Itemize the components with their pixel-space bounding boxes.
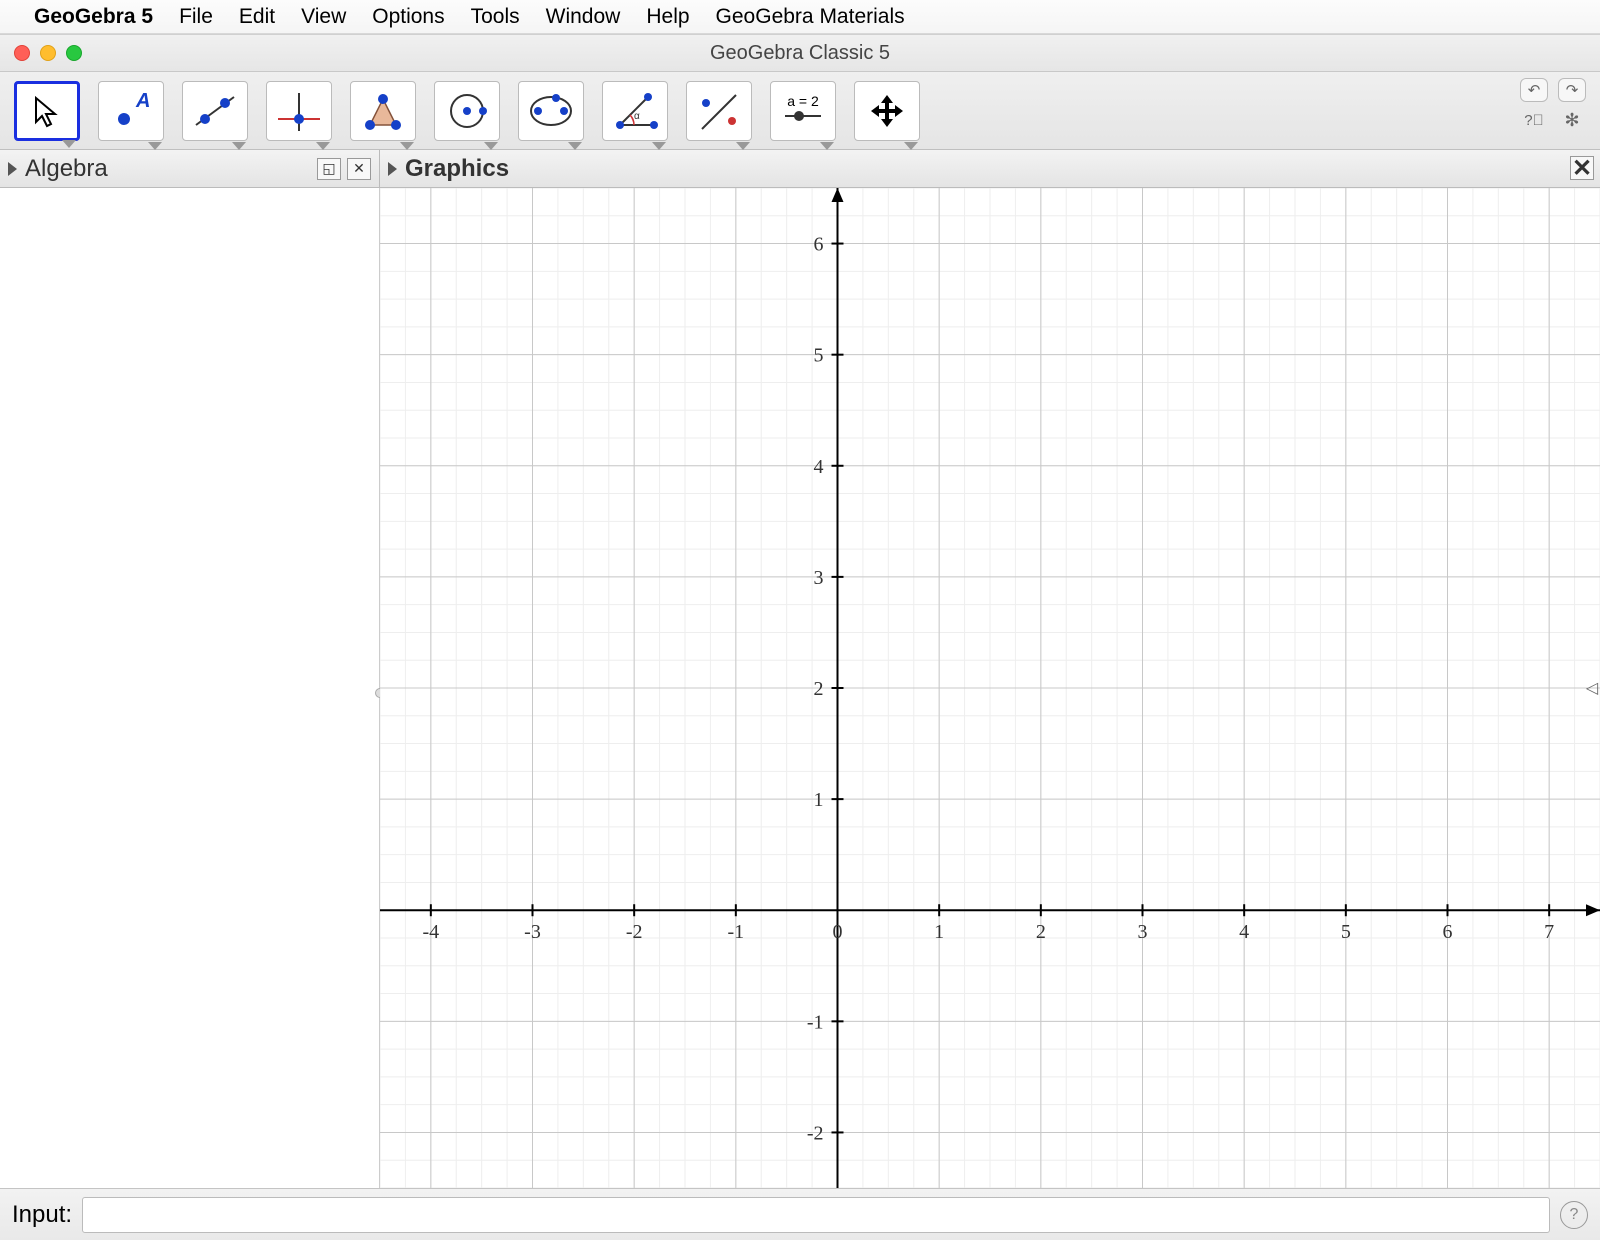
svg-text:-2: -2 xyxy=(807,1122,824,1144)
tool-reflect[interactable] xyxy=(686,81,752,141)
svg-text:A: A xyxy=(135,90,150,112)
chevron-down-icon xyxy=(62,140,76,148)
svg-text:5: 5 xyxy=(1341,921,1351,943)
slider-label: a = 2 xyxy=(781,93,825,109)
tool-angle[interactable]: α xyxy=(602,81,668,141)
svg-text:7: 7 xyxy=(1544,921,1554,943)
menu-file[interactable]: File xyxy=(179,5,213,29)
svg-text:-4: -4 xyxy=(422,921,439,943)
tool-slider[interactable]: a = 2 xyxy=(770,81,836,141)
menu-view[interactable]: View xyxy=(301,5,346,29)
redo-button[interactable]: ↷ xyxy=(1558,78,1586,102)
chevron-down-icon xyxy=(568,142,582,150)
svg-text:4: 4 xyxy=(814,456,824,478)
close-algebra-button[interactable]: ✕ xyxy=(347,158,371,180)
input-field[interactable] xyxy=(82,1197,1550,1233)
svg-text:1: 1 xyxy=(814,789,824,811)
svg-text:2: 2 xyxy=(1036,921,1046,943)
toolbar: A α a = 2 ↶ xyxy=(0,72,1600,150)
chevron-down-icon xyxy=(484,142,498,150)
svg-text:3: 3 xyxy=(1138,921,1148,943)
window-title: GeoGebra Classic 5 xyxy=(0,42,1600,65)
input-help-icon[interactable]: ? xyxy=(1560,1201,1588,1229)
triangle-right-icon xyxy=(8,162,17,176)
close-graphics-button[interactable]: ✕ xyxy=(1570,156,1594,180)
svg-text:-3: -3 xyxy=(524,921,541,943)
svg-text:5: 5 xyxy=(814,345,824,367)
tool-move-view[interactable] xyxy=(854,81,920,141)
triangle-right-icon xyxy=(388,162,397,176)
algebra-pane[interactable] xyxy=(0,188,380,1188)
main-area: -4 -3 -2 -1 0 1 2 3 4 5 6 7 -2 -1 1 2 3 4 5 6 ◁ xyxy=(0,188,1600,1188)
algebra-view-header[interactable]: Algebra ◱ ✕ xyxy=(0,150,380,187)
svg-text:2: 2 xyxy=(814,678,824,700)
tool-circle[interactable] xyxy=(434,81,500,141)
algebra-title: Algebra xyxy=(25,155,108,182)
tool-point[interactable]: A xyxy=(98,81,164,141)
tool-polygon[interactable] xyxy=(350,81,416,141)
tool-ellipse[interactable] xyxy=(518,81,584,141)
svg-text:3: 3 xyxy=(814,567,824,589)
side-collapse-icon[interactable]: ◁ xyxy=(1584,673,1600,703)
input-label: Input: xyxy=(12,1201,72,1229)
window-titlebar: GeoGebra Classic 5 xyxy=(0,34,1600,72)
tool-line[interactable] xyxy=(182,81,248,141)
menu-help[interactable]: Help xyxy=(646,5,689,29)
svg-text:-2: -2 xyxy=(626,921,643,943)
help-icon[interactable]: ?⃝ xyxy=(1520,108,1548,132)
coordinate-grid[interactable]: -4 -3 -2 -1 0 1 2 3 4 5 6 7 -2 -1 1 2 3 4 5 6 xyxy=(380,188,1600,1188)
chevron-down-icon xyxy=(736,142,750,150)
detach-button[interactable]: ◱ xyxy=(317,158,341,180)
tool-perpendicular[interactable] xyxy=(266,81,332,141)
svg-text:1: 1 xyxy=(934,921,944,943)
chevron-down-icon xyxy=(400,142,414,150)
mac-menubar: GeoGebra 5 File Edit View Options Tools … xyxy=(0,0,1600,34)
chevron-down-icon xyxy=(820,142,834,150)
chevron-down-icon xyxy=(652,142,666,150)
views-header: Algebra ◱ ✕ Graphics ✕ xyxy=(0,150,1600,188)
svg-text:-1: -1 xyxy=(727,921,744,943)
menu-tools[interactable]: Tools xyxy=(471,5,520,29)
svg-text:α: α xyxy=(634,111,640,122)
menu-edit[interactable]: Edit xyxy=(239,5,275,29)
undo-button[interactable]: ↶ xyxy=(1520,78,1548,102)
svg-text:4: 4 xyxy=(1239,921,1249,943)
graphics-view-header[interactable]: Graphics ✕ xyxy=(380,150,1600,187)
graphics-pane[interactable]: -4 -3 -2 -1 0 1 2 3 4 5 6 7 -2 -1 1 2 3 4 5 6 ◁ xyxy=(380,188,1600,1188)
chevron-down-icon xyxy=(148,142,162,150)
graphics-title: Graphics xyxy=(405,155,509,183)
chevron-down-icon xyxy=(316,142,330,150)
menu-app[interactable]: GeoGebra 5 xyxy=(34,5,153,29)
tool-move[interactable] xyxy=(14,81,80,141)
menu-window[interactable]: Window xyxy=(546,5,621,29)
svg-text:-1: -1 xyxy=(807,1011,824,1033)
gear-icon[interactable]: ✻ xyxy=(1558,108,1586,132)
menu-options[interactable]: Options xyxy=(372,5,444,29)
svg-text:6: 6 xyxy=(1443,921,1453,943)
input-bar: Input: ? xyxy=(0,1188,1600,1240)
chevron-down-icon xyxy=(232,142,246,150)
chevron-down-icon xyxy=(904,142,918,150)
svg-text:6: 6 xyxy=(814,234,824,256)
svg-text:0: 0 xyxy=(833,921,843,943)
toolbar-right: ↶ ↷ ?⃝ ✻ xyxy=(1520,78,1586,132)
menu-materials[interactable]: GeoGebra Materials xyxy=(716,5,905,29)
